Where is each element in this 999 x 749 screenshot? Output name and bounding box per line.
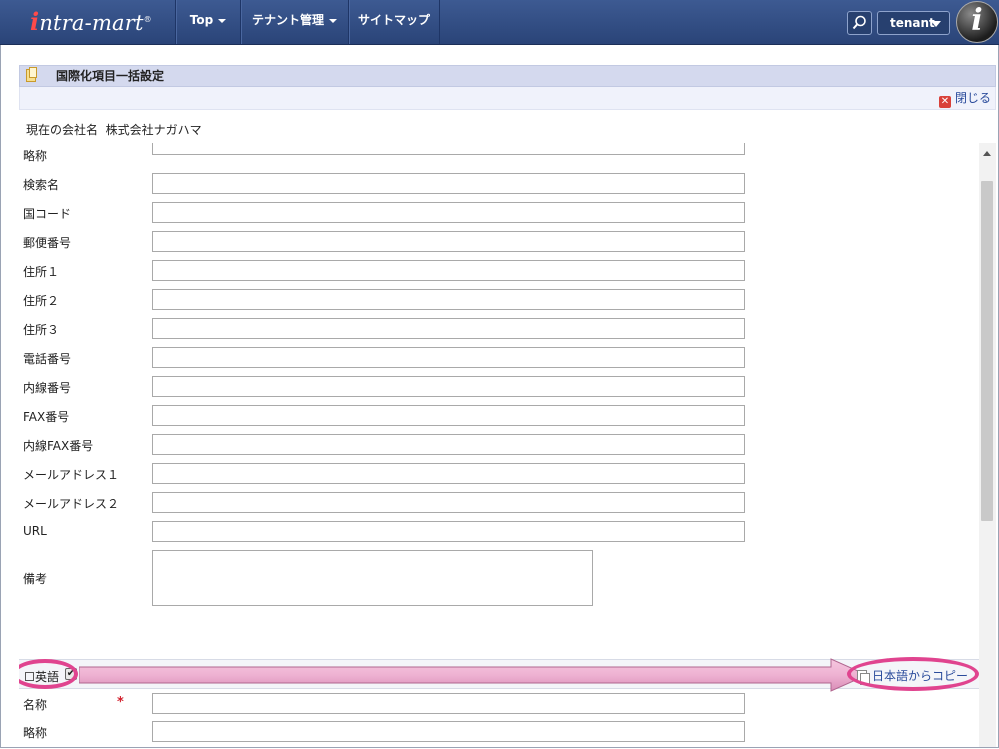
field-label: 検索名 (23, 178, 60, 192)
top-navbar: intra-mart® Top テナント管理 サイトマップ tenant i (0, 0, 999, 45)
page-title: 国際化項目一括設定 (56, 69, 165, 83)
country-code-input[interactable] (152, 202, 745, 223)
field-label: メールアドレス２ (23, 497, 120, 511)
company-info: 現在の会社名 株式会社ナガハマ (26, 121, 202, 138)
form-row: 略称 (19, 721, 979, 742)
close-label: 閉じる (954, 91, 991, 105)
required-mark: * (117, 695, 124, 710)
form-row: 国コード (19, 202, 979, 223)
user-menu-button[interactable]: tenant (877, 11, 950, 35)
page-title-bar: 国際化項目一括設定 (19, 65, 996, 87)
field-label: 内線番号 (23, 381, 72, 395)
phone-input[interactable] (152, 347, 745, 368)
search-name-input[interactable] (152, 173, 745, 194)
postal-code-input[interactable] (152, 231, 745, 252)
close-icon: ✕ (938, 96, 951, 108)
company-label: 現在の会社名 (26, 123, 99, 137)
url-input[interactable] (152, 521, 745, 542)
form-row: 郵便番号 (19, 231, 979, 252)
logo-i: i (30, 7, 40, 36)
remarks-textarea[interactable] (152, 550, 593, 606)
address3-input[interactable] (152, 318, 745, 339)
form-row: 電話番号 (19, 347, 979, 368)
extension-input[interactable] (152, 376, 745, 397)
logo-mark: ® (143, 15, 152, 24)
fax-input[interactable] (152, 405, 745, 426)
search-button[interactable] (847, 11, 872, 35)
nav-top[interactable]: Top (175, 0, 240, 44)
form-row: 住所３ (19, 318, 979, 339)
field-label: 電話番号 (23, 352, 72, 366)
user-menu-label: tenant (890, 16, 935, 30)
nav-top-label: Top (189, 13, 214, 27)
action-bar: ✕ 閉じる (19, 87, 996, 110)
caret-down-icon (931, 21, 941, 27)
highlight-ellipse-right (847, 657, 979, 691)
caret-down-icon (329, 18, 337, 23)
field-label: 住所１ (23, 265, 60, 279)
address1-input[interactable] (152, 260, 745, 281)
form-row: FAX番号 (19, 405, 979, 426)
abbreviation-input[interactable] (152, 143, 745, 155)
field-label: 住所３ (23, 323, 60, 337)
form-row: 略称 (19, 143, 979, 163)
field-label: 住所２ (23, 294, 60, 308)
field-label: メールアドレス１ (23, 468, 120, 482)
field-label: 略称 (23, 149, 48, 163)
highlight-ellipse-left (19, 659, 78, 689)
field-label: FAX番号 (23, 410, 70, 424)
form-row: メールアドレス１ (19, 463, 979, 484)
form-scroll-area[interactable]: 略称 検索名 国コード 郵便番号 住所１ 住所２ 住所３ 電話番号 内線番号 F… (19, 143, 997, 747)
arrow-icon (79, 658, 869, 692)
close-link[interactable]: ✕ 閉じる (938, 90, 991, 108)
english-name-input[interactable] (152, 693, 745, 714)
form-row: URL (19, 521, 979, 542)
nav-sitemap[interactable]: サイトマップ (348, 0, 440, 44)
field-label: 略称 (23, 726, 48, 740)
form-row: メールアドレス２ (19, 492, 979, 513)
email1-input[interactable] (152, 463, 745, 484)
field-label: 国コード (23, 207, 72, 221)
form-row: 内線番号 (19, 376, 979, 397)
form-row: 名称 * (19, 693, 979, 714)
company-name: 株式会社ナガハマ (105, 123, 202, 137)
english-section-header: 英語 ✔ 日本語からコピー (19, 657, 979, 692)
field-label: 内線FAX番号 (23, 439, 94, 453)
form-row: 備考 (19, 550, 979, 606)
form-row: 住所１ (19, 260, 979, 281)
nav-tenant-admin[interactable]: テナント管理 (240, 0, 348, 44)
caret-down-icon (218, 18, 227, 23)
form-row: 内線FAX番号 (19, 434, 979, 455)
page-icon (26, 67, 37, 82)
email2-input[interactable] (152, 492, 745, 513)
scrollbar-thumb[interactable] (981, 181, 993, 521)
form-row: 住所２ (19, 289, 979, 310)
nav-tenant-admin-label: テナント管理 (251, 13, 324, 27)
english-abbreviation-input[interactable] (152, 721, 745, 742)
search-icon (852, 15, 866, 30)
vertical-scrollbar[interactable] (979, 143, 996, 747)
logo-text: ntra-mart (39, 11, 144, 35)
field-label: 備考 (23, 572, 48, 586)
form-row: 検索名 (19, 173, 979, 194)
field-label: 名称 (23, 698, 48, 712)
intra-mart-logo[interactable]: intra-mart® (30, 6, 152, 38)
address2-input[interactable] (152, 289, 745, 310)
field-label: URL (23, 524, 47, 538)
field-label: 郵便番号 (23, 236, 72, 250)
info-icon[interactable]: i (956, 1, 998, 43)
nav-sitemap-label: サイトマップ (357, 13, 430, 27)
scroll-up-icon[interactable] (983, 151, 991, 156)
extension-fax-input[interactable] (152, 434, 745, 455)
